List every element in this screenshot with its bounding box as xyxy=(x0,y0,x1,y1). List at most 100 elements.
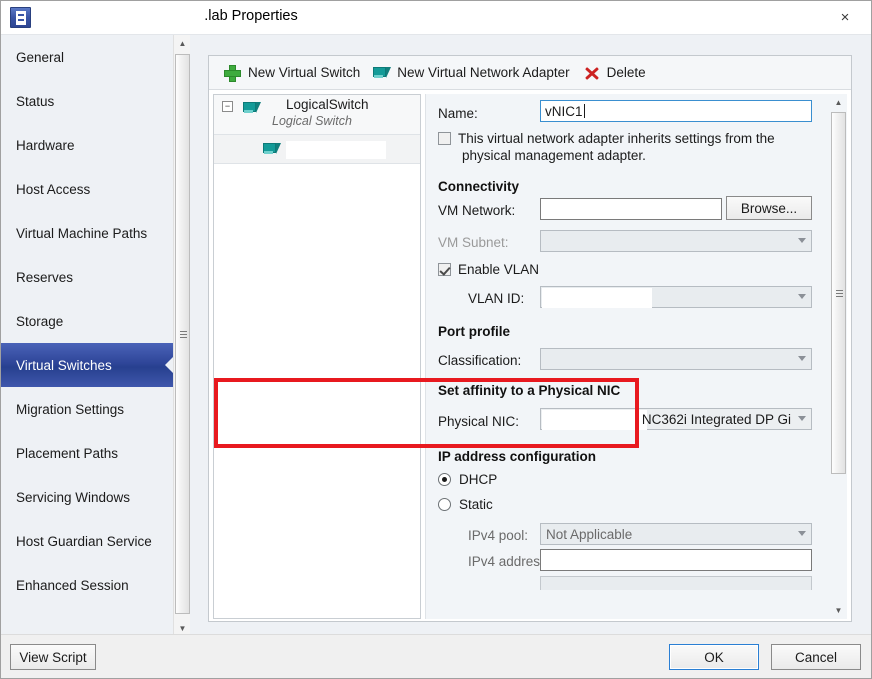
inherit-settings-label-line2: physical management adapter. xyxy=(462,148,646,163)
sidebar-item-host-access[interactable]: Host Access xyxy=(1,167,173,211)
cancel-button[interactable]: Cancel xyxy=(771,644,861,670)
scrollbar-thumb[interactable] xyxy=(831,112,846,474)
collapse-icon[interactable]: − xyxy=(222,101,233,112)
title-bar: .lab Properties × xyxy=(1,1,871,34)
ipv4-pool-label: IPv4 pool: xyxy=(468,527,529,543)
ipv4-address-input[interactable] xyxy=(540,549,812,571)
enable-vlan-checkbox[interactable] xyxy=(438,263,451,276)
view-script-button[interactable]: View Script xyxy=(10,644,96,670)
scrollbar-thumb[interactable] xyxy=(175,54,190,614)
new-virtual-switch-button[interactable]: New Virtual Switch xyxy=(217,59,366,87)
ip-config-header: IP address configuration xyxy=(438,448,597,464)
tree-overlay xyxy=(286,141,386,159)
inherit-settings-checkbox[interactable] xyxy=(438,132,451,145)
network-adapter-icon xyxy=(372,64,392,82)
vm-network-label-row: VM Network: xyxy=(438,199,515,221)
delete-x-icon xyxy=(582,64,602,82)
cancel-label: Cancel xyxy=(794,649,838,665)
static-radio-row[interactable]: Static xyxy=(438,497,493,512)
static-radio[interactable] xyxy=(438,498,451,511)
vm-subnet-label-row: VM Subnet: xyxy=(438,231,509,253)
ok-button[interactable]: OK xyxy=(669,644,759,670)
sidebar-item-label: Host Access xyxy=(16,181,91,197)
sidebar-item-virtual-machine-paths[interactable]: Virtual Machine Paths xyxy=(1,211,173,255)
sidebar-scrollbar[interactable]: ▲ ▼ xyxy=(173,35,190,637)
tree-root-subtitle: Logical Switch xyxy=(272,114,352,128)
classification-label-row: Classification: xyxy=(438,349,521,371)
new-virtual-network-adapter-label: New Virtual Network Adapter xyxy=(397,65,570,80)
sidebar-item-label: Enhanced Session xyxy=(16,577,129,593)
dhcp-radio[interactable] xyxy=(438,473,451,486)
classification-select[interactable] xyxy=(540,348,812,370)
close-icon[interactable]: × xyxy=(825,5,865,29)
adapter-icon xyxy=(262,140,282,156)
inherit-settings-checkbox-row[interactable]: This virtual network adapter inherits se… xyxy=(438,130,820,164)
name-label: Name: xyxy=(438,105,478,121)
tree-row-logical-switch[interactable]: − LogicalSwitch Logical Switch xyxy=(214,95,420,135)
sidebar-item-label: Virtual Switches xyxy=(16,357,112,373)
sidebar-item-hardware[interactable]: Hardware xyxy=(1,123,173,167)
browse-label: Browse... xyxy=(740,200,798,216)
sidebar-item-storage[interactable]: Storage xyxy=(1,299,173,343)
connectivity-header: Connectivity xyxy=(438,178,520,194)
connectivity-header-row: Connectivity xyxy=(438,175,519,197)
sidebar-item-placement-paths[interactable]: Placement Paths xyxy=(1,431,173,475)
ipv4-pool-label-row: IPv4 pool: xyxy=(468,524,528,546)
dhcp-label: DHCP xyxy=(459,472,498,487)
adapter-settings-form: Name: vNIC1 This virtual network adapter… xyxy=(425,94,847,619)
new-virtual-switch-label: New Virtual Switch xyxy=(248,65,361,80)
sidebar-item-status[interactable]: Status xyxy=(1,79,173,123)
classification-label: Classification: xyxy=(438,352,522,368)
ipv4-pool-value: Not Applicable xyxy=(546,526,633,542)
physical-nic-select[interactable]: NC362i Integrated DP Gi xyxy=(540,408,812,430)
dhcp-radio-row[interactable]: DHCP xyxy=(438,472,497,487)
sidebar-item-label: Host Guardian Service xyxy=(16,533,152,549)
sidebar-item-migration-settings[interactable]: Migration Settings xyxy=(1,387,173,431)
sidebar-item-host-guardian-service[interactable]: Host Guardian Service xyxy=(1,519,173,563)
chevron-down-icon xyxy=(798,531,806,536)
vlan-id-label: VLAN ID: xyxy=(468,290,525,306)
form-scrollbar[interactable]: ▲ ▼ xyxy=(830,94,847,619)
vlan-id-select[interactable] xyxy=(540,286,812,308)
virtual-switches-panel: New Virtual Switch New Virtual Network A… xyxy=(208,55,852,622)
ipv4-address-label: IPv4 address: xyxy=(468,553,551,569)
settings-sidebar: General Status Hardware Host Access Virt… xyxy=(1,35,173,637)
delete-label: Delete xyxy=(606,65,646,80)
view-script-label: View Script xyxy=(19,649,87,665)
vm-network-input[interactable] xyxy=(540,198,722,220)
sidebar-item-enhanced-session[interactable]: Enhanced Session xyxy=(1,563,173,607)
sidebar-item-label: Hardware xyxy=(16,137,75,153)
dialog-body: General Status Hardware Host Access Virt… xyxy=(1,34,871,637)
new-virtual-network-adapter-button[interactable]: New Virtual Network Adapter xyxy=(366,59,575,87)
sidebar-item-virtual-switches[interactable]: Virtual Switches xyxy=(1,343,173,387)
vm-network-label: VM Network: xyxy=(438,202,516,218)
sidebar-item-reserves[interactable]: Reserves xyxy=(1,255,173,299)
static-label: Static xyxy=(459,497,493,512)
dialog-footer: View Script OK Cancel xyxy=(1,634,871,678)
next-field-partial[interactable] xyxy=(540,576,812,590)
scroll-up-icon[interactable]: ▲ xyxy=(830,94,847,111)
vm-subnet-select[interactable] xyxy=(540,230,812,252)
sidebar-item-servicing-windows[interactable]: Servicing Windows xyxy=(1,475,173,519)
switch-icon xyxy=(242,99,262,115)
chevron-down-icon xyxy=(798,294,806,299)
scroll-up-icon[interactable]: ▲ xyxy=(174,35,191,52)
name-input[interactable]: vNIC1 xyxy=(540,100,812,122)
switch-toolbar: New Virtual Switch New Virtual Network A… xyxy=(209,56,851,90)
delete-button[interactable]: Delete xyxy=(576,59,652,87)
ipv4-pool-select[interactable]: Not Applicable xyxy=(540,523,812,545)
window-title: .lab Properties xyxy=(204,8,298,24)
ipv4-address-label-row: IPv4 address: xyxy=(468,550,551,572)
browse-button[interactable]: Browse... xyxy=(726,196,812,220)
enable-vlan-checkbox-row[interactable]: Enable VLAN xyxy=(438,262,539,277)
sidebar-item-general[interactable]: General xyxy=(1,35,173,79)
port-profile-header: Port profile xyxy=(438,323,511,339)
sidebar-item-label: Placement Paths xyxy=(16,445,119,461)
port-profile-header-row: Port profile xyxy=(438,320,510,342)
enable-vlan-label: Enable VLAN xyxy=(458,262,540,277)
vm-subnet-label: VM Subnet: xyxy=(438,234,509,250)
scroll-down-icon[interactable]: ▼ xyxy=(830,602,847,619)
sidebar-item-label: General xyxy=(16,49,65,65)
ok-label: OK xyxy=(704,649,724,665)
sidebar-item-label: Reserves xyxy=(16,269,74,285)
